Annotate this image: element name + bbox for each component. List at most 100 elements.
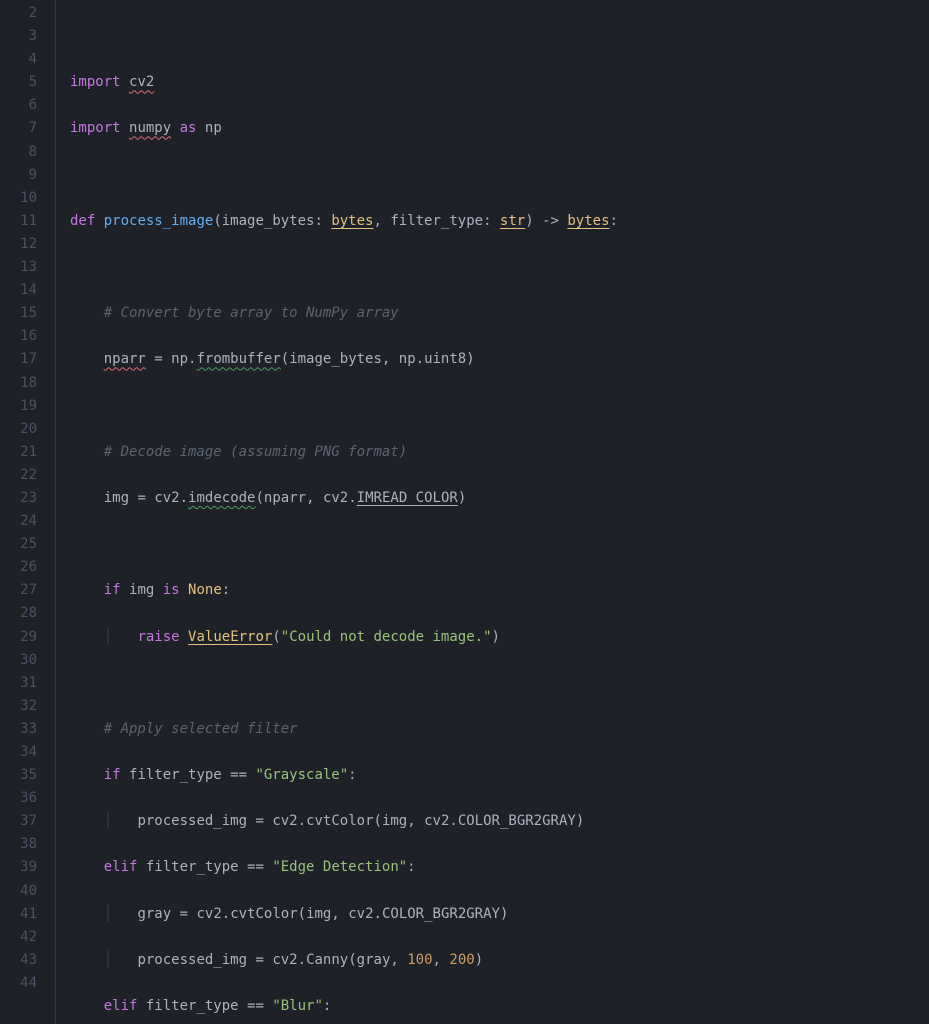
code-line[interactable]: │ processed_img = cv2.Canny(gray, 100, 2…: [70, 949, 929, 972]
code-line[interactable]: # Apply selected filter: [70, 718, 929, 741]
code-line[interactable]: # Decode image (assuming PNG format): [70, 441, 929, 464]
function-name: process_image: [104, 213, 214, 229]
method: cvtColor: [230, 906, 297, 922]
code-line[interactable]: # Convert byte array to NumPy array: [70, 302, 929, 325]
line-number: 14: [0, 279, 37, 302]
line-number: 41: [0, 903, 37, 926]
line-number: 11: [0, 210, 37, 233]
line-number: 8: [0, 141, 37, 164]
arg: img: [306, 906, 331, 922]
module-numpy: numpy: [129, 120, 171, 136]
line-number: 31: [0, 672, 37, 695]
line-number: 12: [0, 233, 37, 256]
code-line[interactable]: import numpy as np: [70, 117, 929, 140]
keyword-elif: elif: [104, 859, 138, 875]
code-line[interactable]: │ processed_img = cv2.cvtColor(img, cv2.…: [70, 810, 929, 833]
line-number: 19: [0, 395, 37, 418]
code-line[interactable]: [70, 164, 929, 187]
line-number: 9: [0, 164, 37, 187]
line-number: 36: [0, 787, 37, 810]
type-bytes: bytes: [331, 213, 373, 229]
line-number: 32: [0, 695, 37, 718]
keyword-elif: elif: [104, 998, 138, 1014]
alias-np: np: [205, 120, 222, 136]
code-line[interactable]: [70, 672, 929, 695]
line-number: 22: [0, 464, 37, 487]
line-number: 28: [0, 602, 37, 625]
line-number: 20: [0, 418, 37, 441]
line-number: 4: [0, 48, 37, 71]
line-number: 39: [0, 856, 37, 879]
line-number: 5: [0, 71, 37, 94]
code-line[interactable]: def process_image(image_bytes: bytes, fi…: [70, 210, 929, 233]
code-line[interactable]: [70, 395, 929, 418]
line-number: 34: [0, 741, 37, 764]
cv2: cv2: [154, 490, 179, 506]
module-cv2: cv2: [129, 74, 154, 90]
line-number: 23: [0, 487, 37, 510]
cv2e: cv2: [196, 906, 221, 922]
code-line[interactable]: nparr = np.frombuffer(image_bytes, np.ui…: [70, 348, 929, 371]
code-line[interactable]: import cv2: [70, 71, 929, 94]
line-number: 3: [0, 25, 37, 48]
line-number: 26: [0, 556, 37, 579]
comment: # Decode image (assuming PNG format): [104, 444, 407, 460]
code-editor[interactable]: import cv2 import numpy as np def proces…: [55, 0, 929, 1024]
line-number: 2: [0, 2, 37, 25]
var-nparr: nparr: [104, 351, 146, 367]
const-none: None: [188, 582, 222, 598]
code-line[interactable]: if filter_type == "Grayscale":: [70, 764, 929, 787]
code-line[interactable]: elif filter_type == "Edge Detection":: [70, 856, 929, 879]
arg: img: [382, 813, 407, 829]
arg: image_bytes: [289, 351, 382, 367]
method-imdecode: imdecode: [188, 490, 255, 506]
code-line[interactable]: [70, 25, 929, 48]
line-number: 30: [0, 649, 37, 672]
param: image_bytes: [222, 213, 315, 229]
cv2f: cv2: [348, 906, 373, 922]
cv2d: cv2: [424, 813, 449, 829]
keyword-import: import: [70, 74, 121, 90]
cv2c: cv2: [272, 813, 297, 829]
line-number: 38: [0, 833, 37, 856]
var: filter_type: [146, 859, 239, 875]
string: "Could not decode image.": [281, 629, 492, 645]
line-number: 27: [0, 579, 37, 602]
method: cvtColor: [306, 813, 373, 829]
var: filter_type: [129, 767, 222, 783]
line-number: 18: [0, 372, 37, 395]
cv2g: cv2: [272, 952, 297, 968]
line-number: 10: [0, 187, 37, 210]
np2: np: [399, 351, 416, 367]
code-line[interactable]: │ gray = cv2.cvtColor(img, cv2.COLOR_BGR…: [70, 903, 929, 926]
line-number: 44: [0, 972, 37, 995]
keyword-if: if: [104, 582, 121, 598]
exc-valueerror: ValueError: [188, 629, 272, 645]
code-line[interactable]: img = cv2.imdecode(nparr, cv2.IMREAD_COL…: [70, 487, 929, 510]
line-number: 42: [0, 926, 37, 949]
comment: # Convert byte array to NumPy array: [104, 305, 399, 321]
line-number: 35: [0, 764, 37, 787]
const-imread-color: IMREAD_COLOR: [357, 490, 458, 506]
string: "Edge Detection": [272, 859, 407, 875]
method: Canny: [306, 952, 348, 968]
keyword-as: as: [180, 120, 197, 136]
line-number: 13: [0, 256, 37, 279]
code-line[interactable]: [70, 256, 929, 279]
line-number: 25: [0, 533, 37, 556]
line-number: 17: [0, 348, 37, 371]
cv2b: cv2: [323, 490, 348, 506]
code-line[interactable]: elif filter_type == "Blur":: [70, 995, 929, 1018]
var: processed_img: [137, 813, 247, 829]
number: 200: [449, 952, 474, 968]
const: COLOR_BGR2GRAY: [458, 813, 576, 829]
arg: nparr: [264, 490, 306, 506]
line-number: 24: [0, 510, 37, 533]
line-number: 37: [0, 810, 37, 833]
code-line[interactable]: if img is None:: [70, 579, 929, 602]
line-number: 29: [0, 626, 37, 649]
var: filter_type: [146, 998, 239, 1014]
line-number: 21: [0, 441, 37, 464]
code-line[interactable]: │ raise ValueError("Could not decode ima…: [70, 626, 929, 649]
code-line[interactable]: [70, 533, 929, 556]
